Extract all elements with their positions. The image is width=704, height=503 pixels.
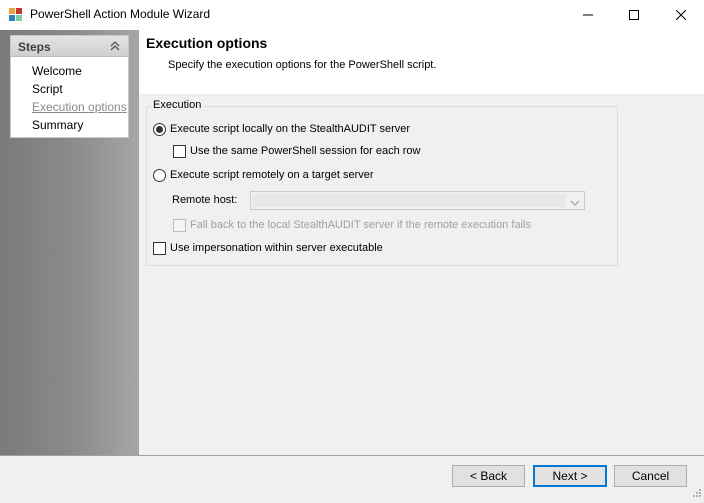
steps-title: Steps (18, 40, 51, 54)
resize-grip-icon[interactable] (692, 487, 702, 501)
close-icon (676, 10, 686, 20)
remote-host-combobox[interactable] (250, 191, 585, 210)
minimize-button[interactable] (565, 0, 611, 30)
chevron-down-icon (570, 196, 580, 210)
wizard-app-icon (9, 8, 23, 22)
minimize-icon (583, 14, 593, 16)
maximize-button[interactable] (611, 0, 657, 30)
impersonation-label[interactable]: Use impersonation within server executab… (170, 242, 383, 254)
same-session-label[interactable]: Use the same PowerShell session for each… (190, 145, 421, 157)
execute-locally-label[interactable]: Execute script locally on the StealthAUD… (170, 123, 410, 135)
step-script[interactable]: Script (32, 82, 63, 96)
execute-locally-radio[interactable] (153, 123, 166, 136)
back-button[interactable]: < Back (452, 465, 525, 487)
radio-selected-dot (156, 126, 163, 133)
cancel-button[interactable]: Cancel (614, 465, 687, 487)
close-button[interactable] (658, 0, 704, 30)
double-chevron-up-icon[interactable] (108, 39, 122, 53)
next-button[interactable]: Next > (533, 465, 607, 487)
step-execution-options[interactable]: Execution options (32, 100, 127, 114)
step-summary[interactable]: Summary (32, 118, 83, 132)
remote-host-label: Remote host: (172, 194, 238, 206)
steps-panel-header[interactable]: Steps (11, 36, 128, 57)
fallback-label: Fall back to the local StealthAUDIT serv… (190, 219, 531, 231)
execution-group-legend: Execution (151, 99, 204, 111)
page-header: Execution options Specify the execution … (139, 30, 704, 94)
title-bar: PowerShell Action Module Wizard (0, 0, 704, 30)
fallback-checkbox[interactable] (173, 219, 186, 232)
page-subtitle: Specify the execution options for the Po… (168, 59, 437, 71)
execute-remotely-radio[interactable] (153, 169, 166, 182)
step-welcome[interactable]: Welcome (32, 64, 82, 78)
maximize-icon (629, 10, 639, 20)
impersonation-checkbox[interactable] (153, 242, 166, 255)
page-title: Execution options (146, 35, 268, 51)
same-session-checkbox[interactable] (173, 145, 186, 158)
remote-host-value (253, 194, 565, 207)
window-title: PowerShell Action Module Wizard (30, 7, 211, 21)
steps-panel: Steps Welcome Script Execution options S… (10, 35, 129, 138)
execute-remotely-label[interactable]: Execute script remotely on a target serv… (170, 169, 374, 181)
